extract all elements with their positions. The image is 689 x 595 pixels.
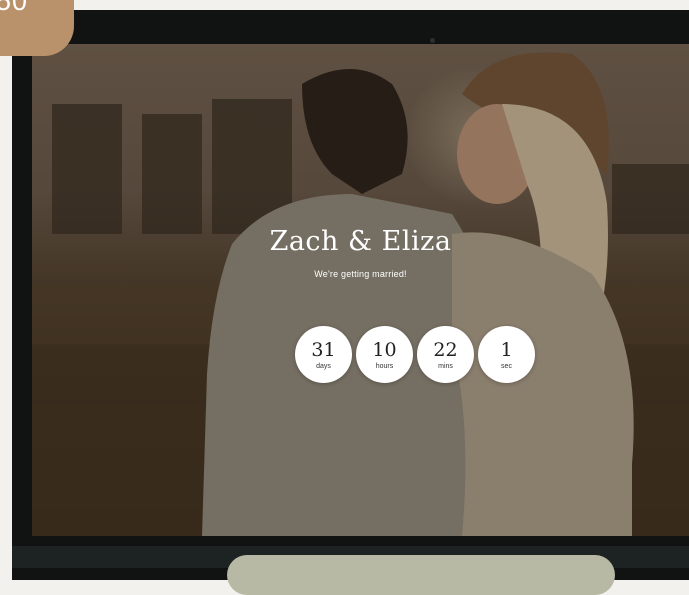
countdown-days-unit: days [316,362,331,370]
countdown-hours-unit: hours [375,362,394,370]
countdown-mins-value: 22 [433,338,458,361]
couple-names-title: Zach & Eliza [269,226,452,257]
countdown-timer: 31 days 10 hours 22 mins 1 sec [295,326,535,383]
website-hero: Zach & Eliza We're getting married! 31 d… [32,44,689,536]
countdown-secs-unit: sec [501,362,512,370]
countdown-mins: 22 mins [417,326,474,383]
camera-dot [430,38,435,43]
hero-subtitle: We're getting married! [314,269,407,279]
bottom-card [227,555,615,595]
countdown-secs: 1 sec [478,326,535,383]
countdown-mins-unit: mins [438,362,453,370]
template-number-badge: 250 [0,0,74,56]
countdown-days: 31 days [295,326,352,383]
badge-number: 250 [0,0,29,16]
countdown-hours-value: 10 [372,338,397,361]
countdown-days-value: 31 [311,338,336,361]
countdown-secs-value: 1 [500,338,513,361]
photo-overlay [32,44,689,536]
countdown-hours: 10 hours [356,326,413,383]
